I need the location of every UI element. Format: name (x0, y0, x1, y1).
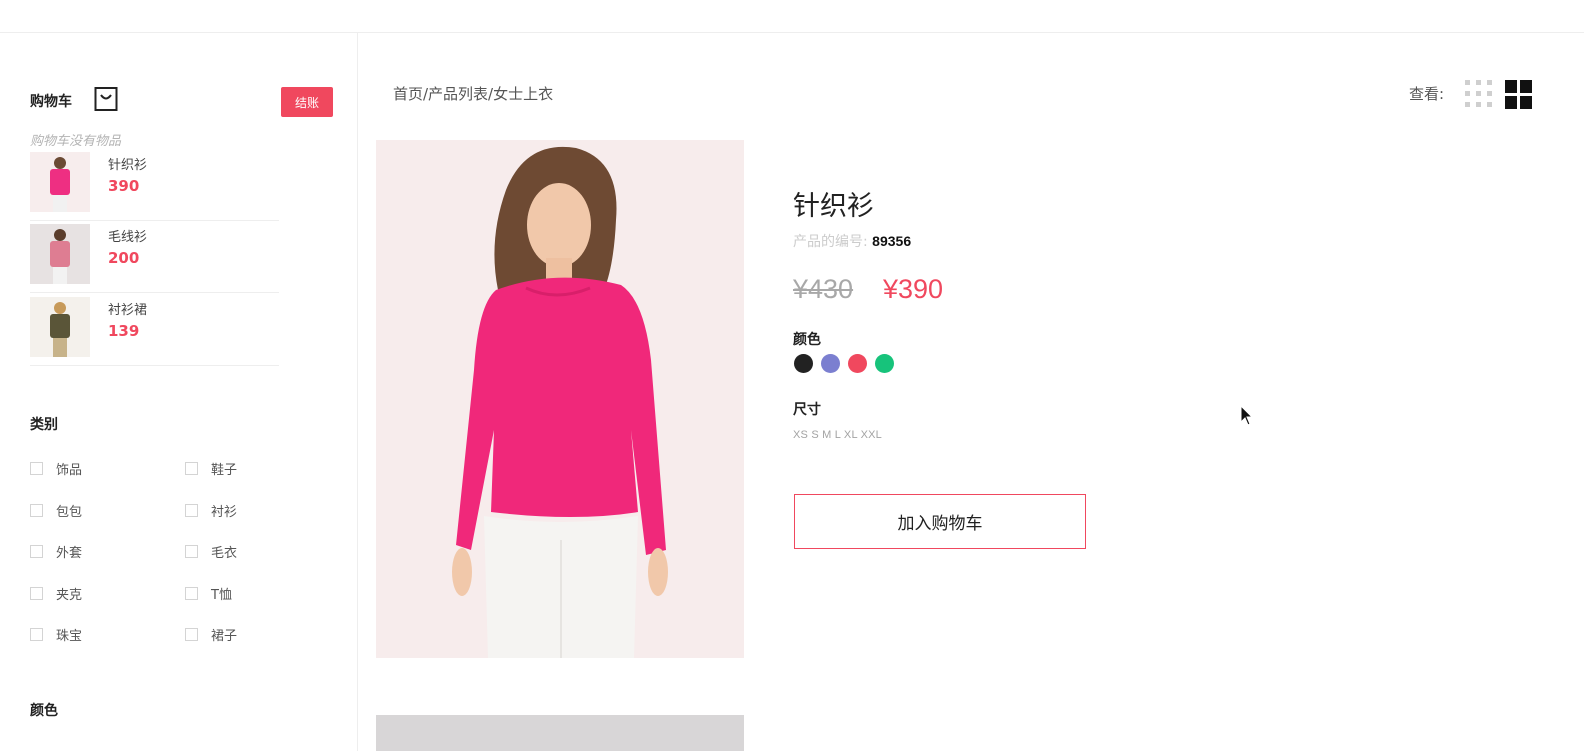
shopping-bag-icon[interactable] (94, 86, 118, 112)
cart-item-price: 200 (108, 249, 140, 267)
category-filter[interactable]: 毛衣 (185, 542, 238, 561)
category-checkbox[interactable] (30, 627, 43, 641)
sidebar-divider (357, 33, 358, 751)
sku-label: 产品的编号: (793, 234, 868, 250)
category-checkbox[interactable] (185, 461, 198, 475)
product-thumbnail (30, 224, 90, 284)
category-label: T恤 (211, 587, 232, 603)
checkout-button[interactable]: 结账 (281, 87, 333, 117)
view-label: 查看: (1409, 85, 1445, 103)
next-product-image[interactable] (376, 715, 744, 751)
cart-item-price: 390 (108, 177, 140, 195)
cart-title: 购物车 (30, 94, 72, 110)
category-label: 包包 (56, 504, 83, 520)
category-label: 衬衫 (211, 504, 238, 520)
cart-item[interactable]: 衬衫裙 139 (30, 295, 279, 366)
category-label: 夹克 (56, 587, 83, 603)
category-label: 外套 (56, 545, 83, 561)
mouse-cursor-icon (1240, 405, 1254, 426)
size-title: 尺寸 (793, 402, 821, 418)
cart-item-name: 针织衫 (108, 158, 148, 173)
category-checkbox[interactable] (30, 586, 43, 600)
color-swatch-purple[interactable] (821, 354, 840, 373)
color-swatch-green[interactable] (875, 354, 894, 373)
grid-large-icon[interactable] (1505, 80, 1533, 110)
cart-item[interactable]: 针织衫 390 (30, 150, 279, 221)
breadcrumb[interactable]: 首页/产品列表/女士上衣 (393, 83, 553, 104)
product-title: 针织衫 (793, 191, 874, 222)
product-photo (376, 140, 744, 658)
category-label: 饰品 (56, 462, 83, 478)
category-checkbox[interactable] (185, 586, 198, 600)
product-thumbnail (30, 297, 90, 357)
grid-small-icon[interactable] (1465, 80, 1495, 110)
category-filter[interactable]: 衬衫 (185, 501, 238, 520)
category-filter[interactable]: 鞋子 (185, 459, 238, 478)
product-image[interactable] (376, 140, 744, 658)
color-filter-title: 颜色 (30, 703, 58, 719)
size-options[interactable]: XS S M L XL XXL (793, 429, 882, 441)
top-bar (0, 0, 1584, 33)
cart-item-price: 139 (108, 322, 140, 340)
category-label: 珠宝 (56, 628, 83, 644)
category-title: 类别 (30, 417, 58, 433)
cart-empty-text: 购物车没有物品 (30, 134, 122, 149)
category-filter[interactable]: 包包 (30, 501, 83, 520)
category-checkbox[interactable] (30, 461, 43, 475)
category-filter[interactable]: 夹克 (30, 584, 83, 603)
add-to-cart-button[interactable]: 加入购物车 (794, 494, 1086, 549)
category-checkbox[interactable] (30, 544, 43, 558)
category-filter[interactable]: T恤 (185, 584, 232, 603)
category-filter[interactable]: 珠宝 (30, 625, 83, 644)
category-filter[interactable]: 饰品 (30, 459, 83, 478)
category-filter[interactable]: 裙子 (185, 625, 238, 644)
sale-price: ¥390 (883, 274, 944, 304)
product-thumbnail (30, 152, 90, 212)
category-label: 毛衣 (211, 545, 238, 561)
color-title: 颜色 (793, 332, 821, 348)
color-swatch-red[interactable] (848, 354, 867, 373)
sku-value: 89356 (872, 233, 912, 249)
category-checkbox[interactable] (185, 503, 198, 517)
category-label: 裙子 (211, 628, 238, 644)
category-filter[interactable]: 外套 (30, 542, 83, 561)
original-price: ¥430 (793, 274, 854, 304)
category-checkbox[interactable] (185, 627, 198, 641)
cart-item-name: 衬衫裙 (108, 303, 148, 318)
cart-item-name: 毛线衫 (108, 230, 148, 245)
cart-item[interactable]: 毛线衫 200 (30, 222, 279, 293)
category-checkbox[interactable] (185, 544, 198, 558)
color-swatch-black[interactable] (794, 354, 813, 373)
category-checkbox[interactable] (30, 503, 43, 517)
category-label: 鞋子 (211, 462, 238, 478)
product-sku: 产品的编号: 89356 (793, 231, 911, 251)
